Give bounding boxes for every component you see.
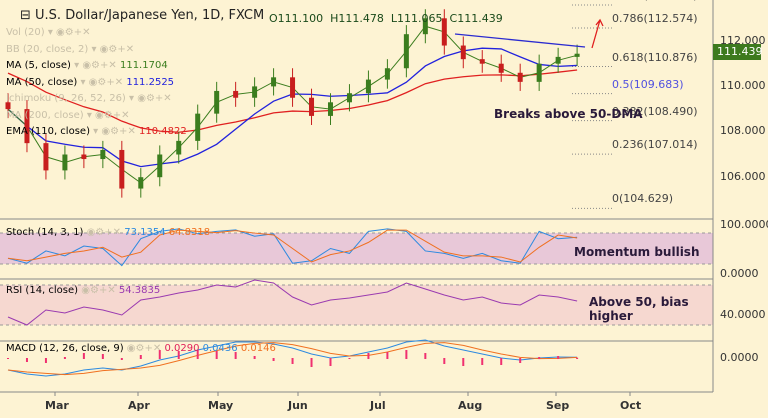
annotation-stoch: Momentum bullish xyxy=(574,245,700,259)
annotation-ma: Breaks above 50-DMA xyxy=(494,107,643,121)
high-value: H111.478 xyxy=(330,12,384,25)
indicator-legend-item[interactable]: BB (20, close, 2) ▾ ◉⚙+✕ xyxy=(6,44,134,55)
stoch-legend[interactable]: Stoch (14, 3, 1) ◉⚙+✕ 73.1354 64.8318 xyxy=(6,227,210,238)
annotation-rsi: Above 50, bias higher xyxy=(589,295,689,323)
macd-hist-bar xyxy=(367,353,370,359)
month-tick: Apr xyxy=(128,399,150,412)
candle-body xyxy=(81,154,87,160)
fib-level-label: 0.5(109.683) xyxy=(612,77,684,91)
candle-body xyxy=(403,34,409,69)
month-tick: Aug xyxy=(458,399,483,412)
macd-hist-bar xyxy=(481,358,484,365)
month-tick: Sep xyxy=(546,399,570,412)
candle-body xyxy=(536,63,542,82)
candle-body xyxy=(43,143,49,171)
candle-body xyxy=(365,79,371,94)
macd-tick: 0.0000 xyxy=(720,351,759,364)
candle-body xyxy=(290,77,296,98)
macd-hist-bar xyxy=(44,358,47,363)
candle-body xyxy=(327,102,333,116)
macd-hist-bar xyxy=(424,353,427,359)
macd-hist-bar xyxy=(519,358,522,363)
macd-hist-bar xyxy=(272,358,275,361)
month-tick: Mar xyxy=(45,399,69,412)
fib-level-label: 0.786(112.574) xyxy=(612,11,698,25)
price-tick: 108.000 xyxy=(720,124,766,137)
macd-hist-bar xyxy=(576,357,579,359)
rsi-tick: 40.0000 xyxy=(720,308,766,321)
macd-hist-bar xyxy=(348,358,351,359)
fib-level-label: 0.618(110.876) xyxy=(612,50,698,64)
indicator-legend-item[interactable]: MA (50, close) ▾ ◉⚙+✕ 111.2525 xyxy=(6,77,174,88)
indicator-legend-item[interactable]: MA (200, close) ▾ ◉⚙+✕ xyxy=(6,110,130,121)
indicator-legend-item[interactable]: Ichimoku (9, 26, 52, 26) ▾ ◉⚙+✕ xyxy=(6,93,172,104)
stoch-tick: 0.0000 xyxy=(720,267,759,280)
fib-level-label: 0.886(113.585) xyxy=(612,0,698,2)
price-tick: 106.000 xyxy=(720,170,766,183)
candle-body xyxy=(176,140,182,155)
candle-body xyxy=(62,154,68,171)
macd-hist-bar xyxy=(462,358,465,366)
indicator-legend-item[interactable]: MA (5, close) ▾ ◉⚙+✕ 111.1704 xyxy=(6,60,168,71)
stoch-tick: 100.0000 xyxy=(720,218,768,231)
fib-level-label: 0.236(107.014) xyxy=(612,138,698,152)
macd-hist-bar xyxy=(310,358,313,367)
macd-hist-bar xyxy=(291,358,294,364)
macd-hist-bar xyxy=(405,350,408,359)
candle-body xyxy=(195,113,201,141)
candle-body xyxy=(384,68,390,80)
macd-hist-bar xyxy=(101,354,104,359)
candle-body xyxy=(346,93,352,103)
month-tick: Oct xyxy=(620,399,642,412)
candle-body xyxy=(479,59,485,64)
macd-hist-bar xyxy=(500,358,503,365)
trendline xyxy=(454,33,586,48)
candle-body xyxy=(555,56,561,64)
open-value: O111.100 xyxy=(269,12,324,25)
macd-hist-bar xyxy=(139,355,142,359)
indicator-legend-item[interactable]: Vol (20) ▾ ◉⚙+✕ xyxy=(6,27,91,38)
macd-hist-bar xyxy=(120,358,123,360)
close-value: C111.439 xyxy=(449,12,503,25)
macd-legend[interactable]: MACD (12, 26, close, 9) ◉⚙+✕ 0.0290 0.04… xyxy=(6,343,276,354)
price-tick: 110.000 xyxy=(720,79,766,92)
candle-body xyxy=(138,177,144,189)
macd-hist-bar xyxy=(25,358,28,362)
candle-body xyxy=(498,63,504,73)
arrow-up-icon xyxy=(591,18,604,49)
month-tick: Jul xyxy=(370,399,386,412)
fib-level-label: 0(104.629) xyxy=(612,192,674,206)
macd-hist-bar xyxy=(329,358,332,366)
last-price-label: 111.439 xyxy=(713,44,763,60)
rsi-legend[interactable]: RSI (14, close) ◉⚙+✕ 54.3835 xyxy=(6,285,160,296)
macd-hist-bar xyxy=(63,357,66,359)
candle-body xyxy=(460,45,466,60)
macd-hist-bar xyxy=(538,357,541,359)
month-tick: Jun xyxy=(288,399,308,412)
ohlc-readout: O111.100 H111.478 L111.065 C111.439 xyxy=(269,12,503,25)
candle-body xyxy=(157,154,163,178)
collapse-icon[interactable]: ⊟ xyxy=(20,8,35,23)
candle-body xyxy=(214,90,220,114)
low-value: L111.065 xyxy=(390,12,443,25)
chart-title[interactable]: ⊟ U.S. Dollar/Japanese Yen, 1D, FXCM xyxy=(20,8,264,23)
candle-body xyxy=(271,77,277,87)
candle-body xyxy=(574,53,580,57)
candle-body xyxy=(100,149,106,160)
month-tick: May xyxy=(208,399,234,412)
macd-hist-bar xyxy=(253,356,256,359)
candle-body xyxy=(119,149,125,189)
macd-hist-bar xyxy=(7,358,9,359)
macd-hist-bar xyxy=(443,358,446,364)
indicator-legend-item[interactable]: EMA (110, close) ▾ ◉⚙+✕ 110.4822 xyxy=(6,126,187,137)
candle-body xyxy=(309,97,315,116)
candle-body xyxy=(252,86,258,98)
macd-hist-bar xyxy=(557,356,560,359)
candle-body xyxy=(233,90,239,98)
macd-hist-bar xyxy=(386,352,389,359)
candle-body xyxy=(517,72,523,82)
